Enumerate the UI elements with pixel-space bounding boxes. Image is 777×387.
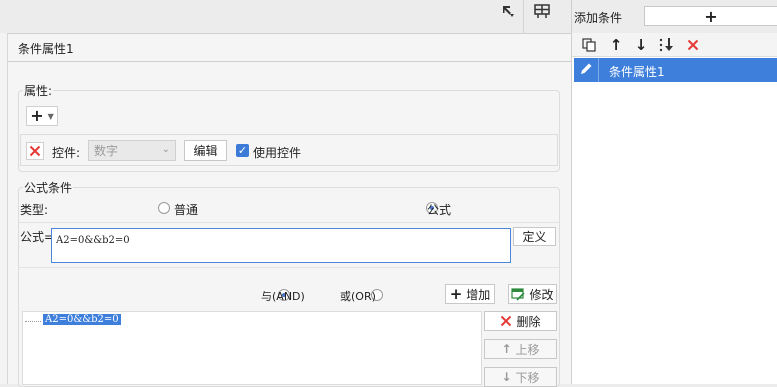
toolbar-divider (523, 0, 524, 33)
modify-button-label: 修改 (529, 287, 554, 302)
dialog-title: 条件属性1 (18, 42, 74, 56)
delete-condition-button[interactable]: 删除 (484, 311, 557, 331)
condition-item[interactable]: 条件属性1 (574, 58, 777, 82)
modify-condition-button[interactable]: 修改 (508, 284, 557, 304)
type-label: 类型: (20, 203, 49, 217)
add-condition-label: 添加条件 (574, 11, 623, 25)
top-toolbar (0, 0, 571, 33)
cursor-dropdown-icon[interactable] (497, 0, 519, 22)
widget-type-select[interactable]: 数字 ⌄ (88, 140, 176, 161)
left-window-edge (0, 0, 8, 384)
move-up-label: 上移 (515, 342, 540, 357)
title-separator (8, 61, 571, 62)
condition-list-item[interactable]: A2=0&&b2=0 (43, 314, 121, 325)
logic-or-label: 或(OR) (340, 290, 376, 303)
copy-icon[interactable] (578, 34, 600, 56)
logic-and-label: 与(AND) (261, 290, 305, 303)
type-normal-radio[interactable] (158, 202, 170, 214)
delete-button-label: 删除 (516, 314, 541, 329)
delete-icon[interactable] (682, 34, 704, 56)
move-down-button[interactable]: ↓ 下移 (484, 367, 557, 387)
type-separator (18, 222, 560, 223)
type-formula-label: 公式 (427, 203, 452, 217)
tree-connector (25, 321, 41, 322)
arrow-down-icon[interactable]: ↓ (630, 34, 652, 56)
condition-list: A2=0&&b2=0 (22, 311, 482, 385)
plus-icon: + (449, 285, 463, 303)
condition-item-label: 条件属性1 (609, 65, 665, 79)
modify-icon (511, 287, 526, 301)
condition-property-dialog: 条件属性1 属性: + ▼ 控件: 数字 ⌄ 编辑 ✓ 使用控件 公式条件 类型… (8, 33, 571, 387)
remove-property-button[interactable] (26, 142, 44, 160)
layout-grid-icon[interactable] (531, 0, 553, 22)
condition-list-panel: 添加条件 + ↑ ↓ 条件属性1 (571, 0, 777, 384)
add-condition-button[interactable]: + 增加 (445, 284, 495, 304)
define-formula-button[interactable]: 定义 (513, 227, 556, 246)
formula-label: 公式= (20, 230, 55, 244)
arrow-down-icon: ↓ (501, 370, 512, 384)
use-widget-checkbox[interactable]: ✓ (236, 144, 249, 157)
move-bottom-icon[interactable] (656, 34, 678, 56)
delete-x-icon (501, 315, 512, 327)
item-divider (598, 58, 599, 82)
arrow-up-icon: ↑ (501, 342, 512, 356)
formula-group-label: 公式条件 (23, 179, 74, 196)
widget-label: 控件: (52, 146, 81, 160)
widget-type-value: 数字 (94, 144, 119, 158)
add-condition-header: 添加条件 + (572, 0, 777, 33)
formula-separator (18, 267, 560, 268)
edit-widget-button[interactable]: 编辑 (184, 140, 227, 161)
add-property-dropdown[interactable]: + ▼ (26, 106, 58, 126)
chevron-down-icon: ▼ (47, 111, 54, 121)
add-condition-top-button[interactable]: + (644, 6, 777, 26)
move-down-label: 下移 (515, 370, 540, 385)
delete-x-icon (29, 145, 41, 157)
type-normal-label: 普通 (174, 203, 199, 217)
chevron-down-icon: ⌄ (161, 144, 170, 155)
move-up-button[interactable]: ↑ 上移 (484, 339, 557, 359)
condition-toolbar: ↑ ↓ (572, 33, 777, 57)
plus-icon: + (30, 106, 44, 125)
property-group-label: 属性: (23, 82, 54, 99)
formula-input[interactable]: A2=0&&b2=0 (51, 228, 511, 263)
pencil-icon (579, 62, 593, 79)
use-widget-label: 使用控件 (253, 146, 302, 160)
add-button-label: 增加 (466, 287, 491, 302)
arrow-up-icon[interactable]: ↑ (605, 34, 627, 56)
